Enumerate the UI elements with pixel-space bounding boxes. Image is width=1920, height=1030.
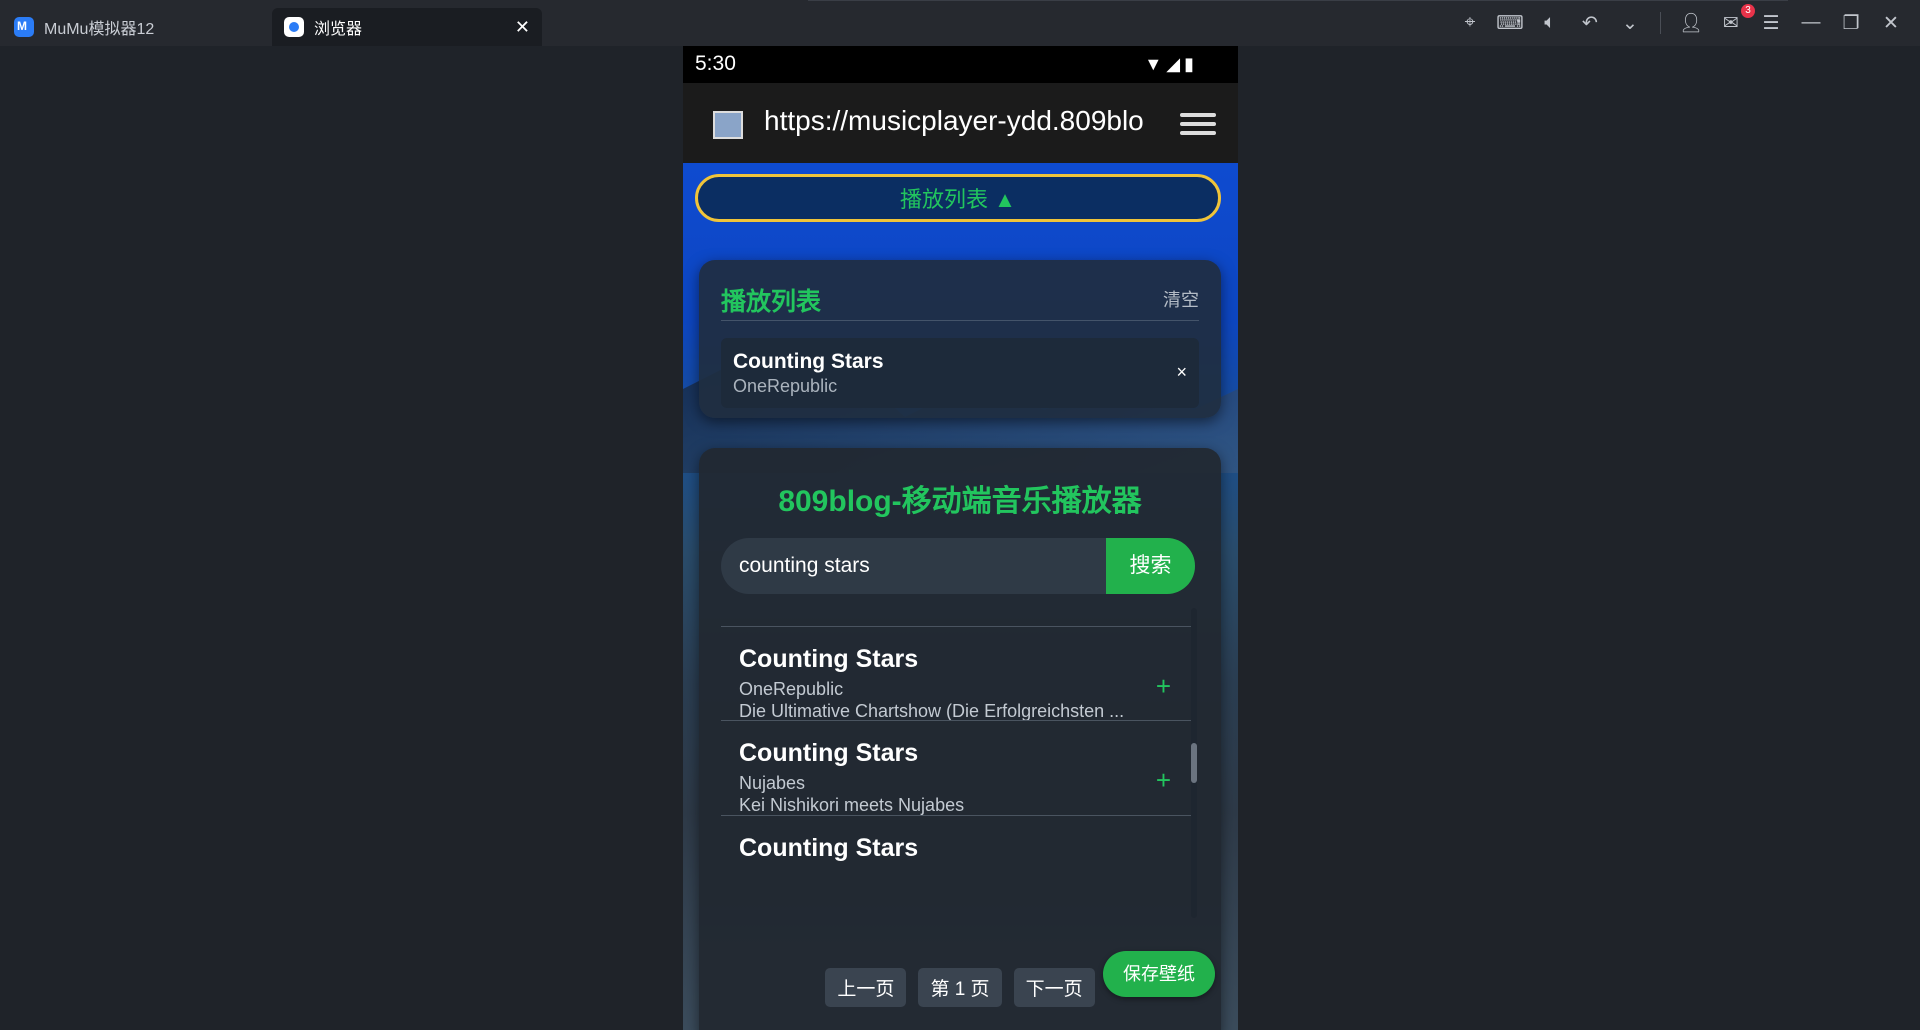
restore-icon[interactable]: ❐	[1831, 12, 1871, 35]
playlist-title: 播放列表	[721, 288, 822, 316]
list-item[interactable]: Counting Stars	[721, 815, 1191, 911]
mumu-logo-icon	[14, 17, 34, 37]
result-album: Die Ultimative Chartshow (Die Erfolgreic…	[739, 701, 1125, 721]
search-button[interactable]: 搜索	[1106, 538, 1195, 594]
playlist-item[interactable]: Counting Stars OneRepublic ×	[721, 338, 1199, 408]
browser-url-bar: https://musicplayer-ydd.809blo	[683, 83, 1238, 163]
separator	[1660, 12, 1661, 34]
playlist-toggle-button[interactable]: 播放列表 ▲	[695, 174, 1221, 222]
web-page: 播放列表 ▲ 播放列表 清空 Counting Stars OneRepubli…	[683, 163, 1238, 1030]
toolbar-controls: ⌖ ⌨ 🔈︎ ↶ ⌄ 👤︎ ✉ ☰ — ❐ ✕	[1450, 0, 1911, 46]
prev-page-button[interactable]: 上一页	[825, 968, 907, 1007]
browser-menu-icon[interactable]	[1180, 113, 1216, 137]
result-artist: Nujabes	[739, 773, 806, 793]
chevron-down-icon[interactable]: ⌄	[1610, 12, 1650, 35]
playlist-item-artist: OneRepublic	[733, 376, 838, 396]
tab-mumu[interactable]: MuMu模拟器12	[0, 8, 270, 46]
results-list: Counting Stars OneRepublic Die Ultimativ…	[721, 608, 1191, 918]
url-text[interactable]: https://musicplayer-ydd.809blo	[764, 105, 1144, 137]
close-tab-icon[interactable]: ✕	[515, 17, 530, 38]
add-to-playlist-icon[interactable]: +	[1156, 671, 1171, 702]
result-artist: OneRepublic	[739, 679, 844, 699]
player-panel: 809blog-移动端音乐播放器 搜索 Counting Stars OneRe…	[699, 448, 1221, 1030]
status-time: 5:30	[695, 52, 736, 75]
menu-icon[interactable]: ☰	[1751, 12, 1791, 35]
results-scrollbar[interactable]	[1191, 608, 1197, 918]
user-icon[interactable]: 👤︎	[1671, 11, 1711, 35]
result-title: Counting Stars	[739, 739, 919, 767]
result-album: Kei Nishikori meets Nujabes	[739, 795, 965, 815]
page-indicator: 第 1 页	[918, 968, 1002, 1007]
playlist-item-title: Counting Stars	[733, 350, 884, 373]
search-bar: 搜索	[721, 538, 1195, 594]
browser-logo-icon	[284, 17, 304, 37]
list-item[interactable]: Counting Stars OneRepublic Die Ultimativ…	[721, 626, 1191, 721]
site-thumbnail-icon	[713, 111, 743, 139]
app-title: 809blog-移动端音乐播放器	[778, 485, 1142, 518]
status-icons: ▼◢▮	[1144, 54, 1198, 74]
close-icon[interactable]: ✕	[1871, 12, 1911, 35]
divider	[721, 320, 1199, 321]
clear-playlist-button[interactable]: 清空	[1163, 286, 1199, 312]
volume-icon[interactable]: 🔈︎	[1530, 12, 1570, 34]
search-input[interactable]	[721, 538, 1106, 594]
notification-badge: 3	[1741, 4, 1755, 18]
keyboard-icon[interactable]: ⌨	[1490, 12, 1530, 35]
list-item[interactable]: Counting Stars Nujabes Kei Nishikori mee…	[721, 720, 1191, 816]
status-bar: 5:30 ▼◢▮	[683, 46, 1238, 83]
tab-browser[interactable]: 浏览器 ✕	[272, 8, 542, 46]
result-title: Counting Stars	[739, 834, 919, 862]
add-to-playlist-icon[interactable]: +	[1156, 765, 1171, 796]
scrollbar-thumb[interactable]	[1191, 743, 1197, 783]
remove-item-icon[interactable]: ×	[1176, 362, 1187, 383]
undo-icon[interactable]: ↶	[1570, 12, 1610, 35]
tab-label: 浏览器	[314, 21, 363, 38]
save-wallpaper-button[interactable]: 保存壁纸	[1103, 951, 1215, 997]
next-page-button[interactable]: 下一页	[1013, 968, 1095, 1007]
playlist-panel: 播放列表 清空 Counting Stars OneRepublic ×	[699, 260, 1221, 418]
minimize-icon[interactable]: —	[1791, 12, 1831, 34]
location-icon[interactable]: ⌖	[1450, 12, 1490, 34]
emulator-titlebar: MuMu模拟器12 浏览器 ✕ ⌖ ⌨ 🔈︎ ↶ ⌄ 👤︎ ✉ ☰ — ❐ ✕ …	[0, 0, 1920, 46]
result-title: Counting Stars	[739, 645, 919, 673]
tab-label: MuMu模拟器12	[44, 21, 155, 38]
android-screen: 5:30 ▼◢▮ https://musicplayer-ydd.809blo …	[683, 46, 1238, 1030]
